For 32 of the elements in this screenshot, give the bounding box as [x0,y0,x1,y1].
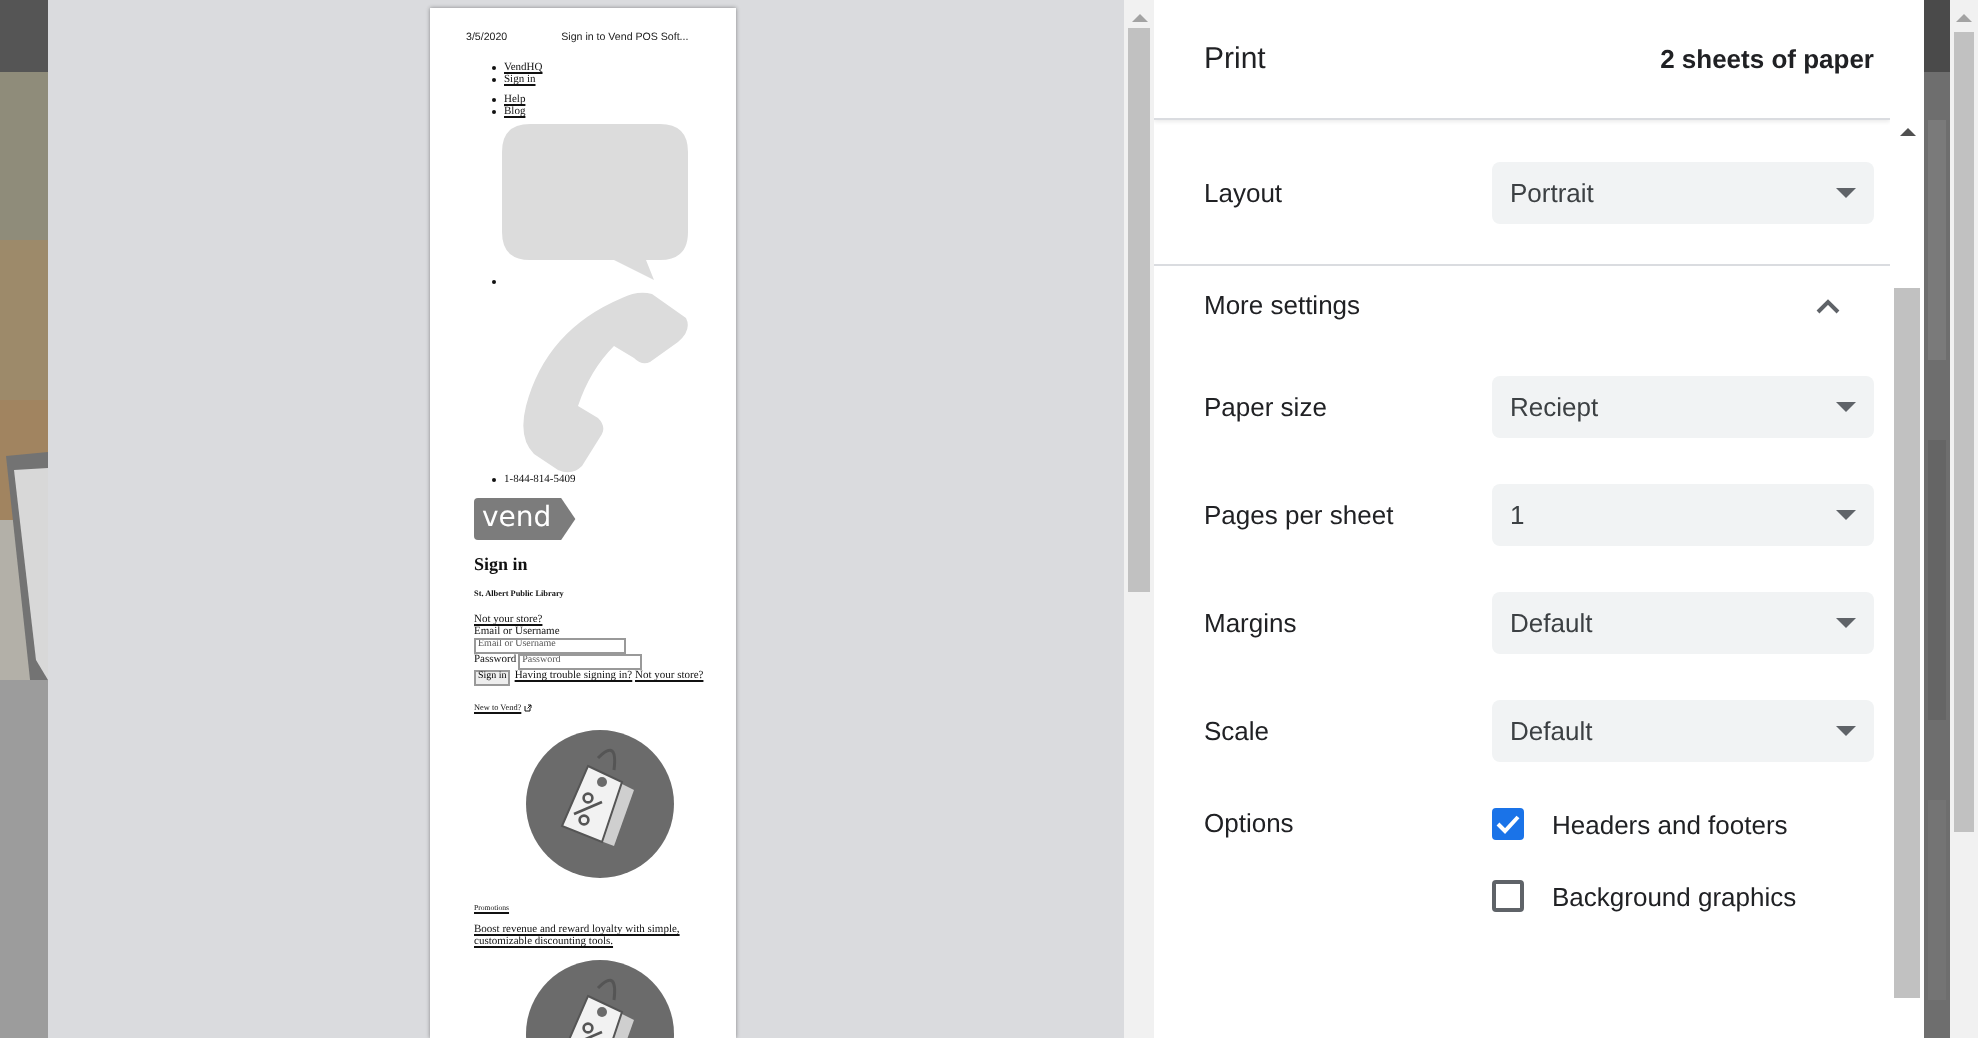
checkbox-label: Headers and footers [1552,809,1788,839]
checkmark-icon [1496,814,1520,834]
dropdown[interactable]: Default [1492,592,1874,654]
caret-icon [1836,726,1856,736]
setting-label: Pages per sheet [1204,500,1396,530]
dropdown[interactable]: Portrait [1492,162,1874,224]
sheet-count: 2 sheets of paper [1660,44,1874,74]
price-tag-icon [526,730,676,881]
setting-label: Options [1204,808,1296,838]
caret-icon [1836,402,1856,412]
dropdown[interactable]: Reciept [1492,376,1874,438]
section-toggle[interactable]: More settings [1154,266,1890,344]
caret-icon [1836,188,1856,198]
setting-label: Scale [1204,716,1272,746]
chat-bubble-icon [502,124,688,280]
setting-label: Margins [1204,608,1299,638]
dropdown[interactable]: Default [1492,700,1874,762]
external-link-icon [523,703,532,712]
dialog-title: Print [1204,42,1266,76]
caret-icon [1836,510,1856,520]
setting-label: Paper size [1204,392,1329,422]
heading: Sign in [472,554,530,574]
chevron-up-icon [1816,297,1840,313]
setting-label: Layout [1204,178,1285,208]
logo: vend [474,498,576,540]
caret-icon [1836,618,1856,628]
checkbox-label: Background graphics [1552,881,1797,911]
checkbox[interactable] [1492,808,1524,840]
checkbox[interactable] [1492,880,1524,912]
dropdown[interactable]: 1 [1492,484,1874,546]
scrollbar[interactable] [1950,0,1978,1038]
scrollbar[interactable] [1124,0,1154,1038]
